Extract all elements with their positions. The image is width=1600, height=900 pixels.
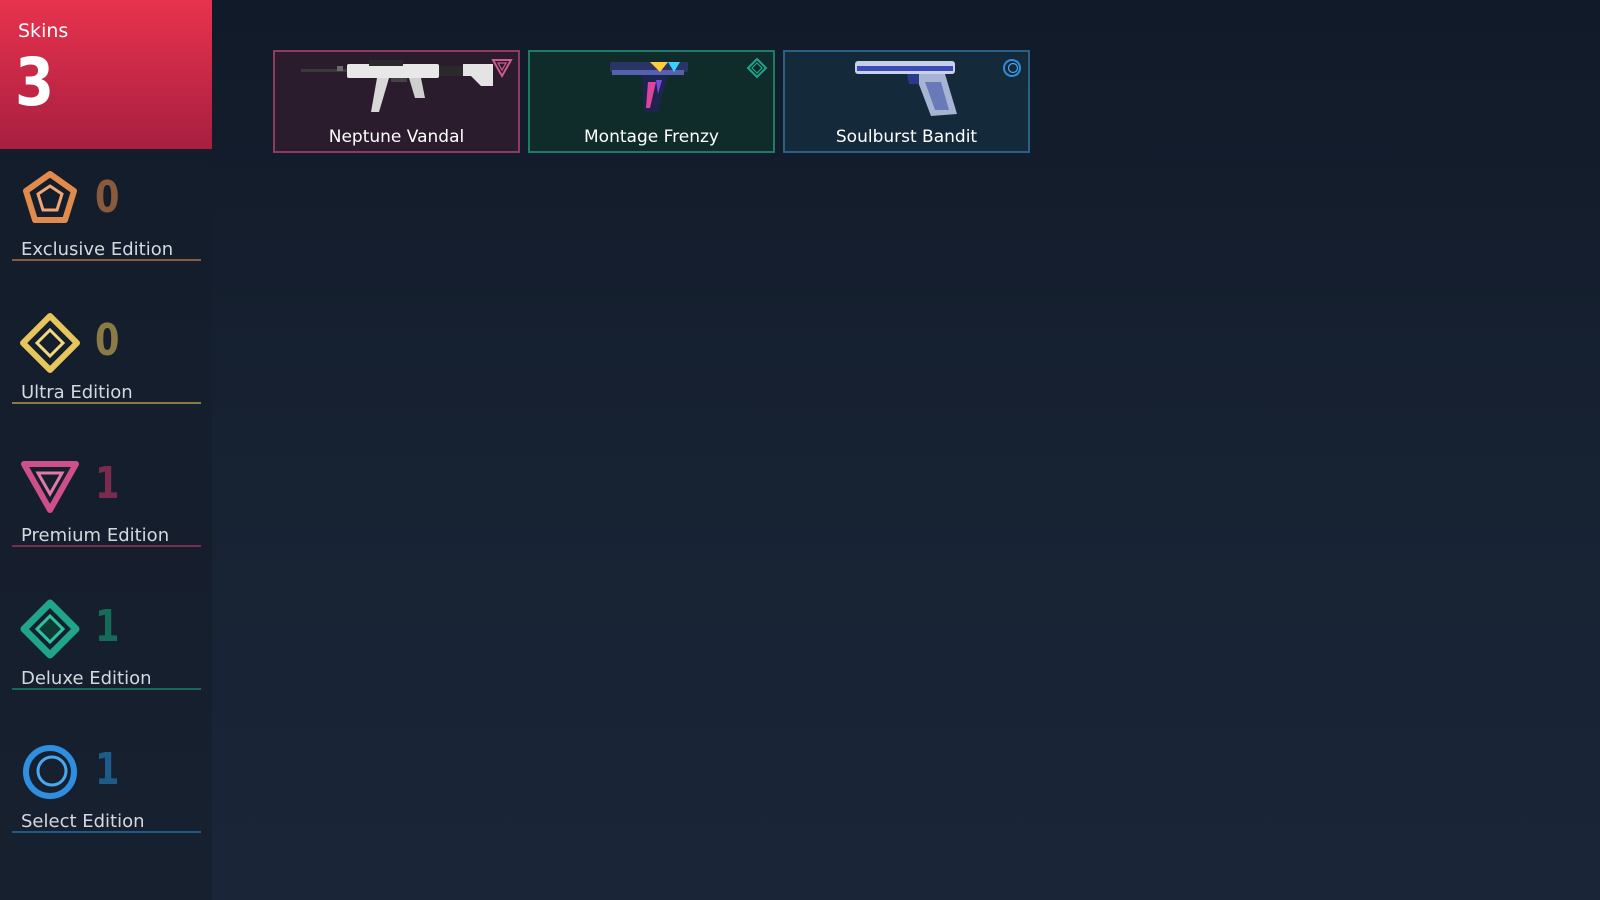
ultra-edition-icon — [20, 313, 80, 373]
premium-edition-icon — [20, 456, 80, 516]
deluxe-edition-icon — [746, 57, 768, 79]
skin-name: Montage Frenzy — [584, 127, 719, 147]
tier-divider — [12, 831, 201, 833]
tier-count: 0 — [95, 315, 120, 366]
skins-total-label: Skins — [18, 20, 69, 42]
tier-ultra-edition[interactable]: 0 Ultra Edition — [12, 313, 201, 419]
tier-count: 1 — [95, 744, 120, 795]
tier-premium-edition[interactable]: 1 Premium Edition — [12, 456, 201, 562]
tier-select-edition[interactable]: 1 Select Edition — [12, 742, 201, 848]
frenzy-pistol-image — [530, 52, 773, 130]
tier-name: Premium Edition — [21, 525, 170, 546]
tier-count: 0 — [95, 172, 120, 223]
skin-card-soulburst-bandit[interactable]: Soulburst Bandit — [783, 50, 1030, 153]
select-edition-icon — [20, 742, 80, 802]
tier-name: Select Edition — [21, 811, 145, 832]
tier-divider — [12, 402, 201, 404]
skin-name: Soulburst Bandit — [835, 127, 978, 147]
tier-divider — [12, 545, 201, 547]
tier-divider — [12, 688, 201, 690]
skin-card-montage-frenzy[interactable]: Montage Frenzy — [528, 50, 775, 153]
skin-card-neptune-vandal[interactable]: Neptune Vandal — [273, 50, 520, 153]
tier-name: Deluxe Edition — [21, 668, 152, 689]
skins-total-count: 3 — [15, 44, 55, 121]
sidebar: Skins 3 0 Exclusive Edition 0 Ultra Edit… — [0, 0, 212, 900]
tier-deluxe-edition[interactable]: 1 Deluxe Edition — [12, 599, 201, 705]
exclusive-edition-icon — [20, 170, 80, 230]
skin-name: Neptune Vandal — [328, 127, 465, 147]
tier-count: 1 — [95, 601, 120, 652]
select-edition-icon — [1001, 57, 1023, 79]
tier-exclusive-edition[interactable]: 0 Exclusive Edition — [12, 170, 201, 276]
bandit-pistol-image — [785, 52, 1028, 130]
skins-total-panel: Skins 3 — [0, 0, 212, 149]
deluxe-edition-icon — [20, 599, 80, 659]
tier-divider — [12, 259, 201, 261]
premium-edition-icon — [491, 57, 513, 79]
tier-name: Ultra Edition — [21, 382, 133, 403]
tier-name: Exclusive Edition — [21, 239, 174, 260]
vandal-rifle-image — [275, 52, 518, 130]
tier-count: 1 — [95, 458, 120, 509]
